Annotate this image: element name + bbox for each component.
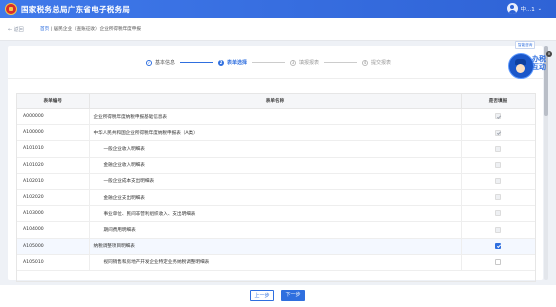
user-name[interactable]: 中...1 bbox=[521, 5, 535, 13]
fill-cell bbox=[461, 173, 535, 190]
site-title: 国家税务总局广东省电子税务局 bbox=[21, 5, 131, 14]
form-code: A105010 bbox=[17, 254, 90, 271]
fill-checkbox bbox=[495, 129, 501, 136]
table-row: A102010 一般企业成本支出明细表 bbox=[17, 173, 535, 190]
fill-cell bbox=[461, 205, 535, 223]
fill-cell bbox=[461, 157, 535, 174]
step-basic-info: ✓ 基本信息 bbox=[146, 59, 175, 66]
table-row: A103000 事业单位、民间非营利组织收入、支出明细表 bbox=[17, 205, 535, 223]
step-connector bbox=[180, 62, 214, 63]
breadcrumb-home[interactable]: 首页 bbox=[40, 27, 49, 32]
fill-checkbox[interactable] bbox=[495, 259, 501, 266]
step-label: 提交报表 bbox=[371, 60, 392, 66]
table-row: A105010 视同销售和房地产开发企业特定业务纳税调整明细表 bbox=[17, 254, 535, 271]
chevron-down-icon[interactable]: ⌄ bbox=[538, 6, 542, 12]
form-code: A100000 bbox=[17, 124, 90, 142]
user-avatar-icon[interactable] bbox=[506, 3, 518, 14]
step-label: 表单选择 bbox=[227, 60, 248, 66]
step-connector bbox=[252, 62, 286, 63]
table-row: A101010 一般企业收入明细表 bbox=[17, 140, 535, 158]
step-progress: ✓ 基本信息 2 表单选择 3 填报报表 4 提交报表 bbox=[146, 59, 391, 66]
table-row: A000000 企业所得税年度纳税申报基础信息表 bbox=[17, 108, 535, 126]
fill-cell bbox=[461, 124, 535, 142]
step-number: 3 bbox=[290, 59, 297, 66]
table-row: A102020 金融企业支出明细表 bbox=[17, 189, 535, 207]
form-name: 企业所得税年度纳税申报基础信息表 bbox=[89, 108, 462, 126]
form-code: A101010 bbox=[17, 140, 90, 158]
form-name: 一般企业收入明细表 bbox=[89, 140, 462, 158]
fill-cell bbox=[461, 221, 535, 239]
fill-checkbox bbox=[495, 178, 501, 185]
breadcrumb-current: 居民企业（查账征收）企业所得税年度申报 bbox=[53, 27, 141, 32]
tax-bureau-emblem-icon bbox=[5, 3, 17, 15]
form-name: 一般企业成本支出明细表 bbox=[89, 173, 462, 190]
table-header-row: 表单编号 表单名称 是否填报 bbox=[17, 94, 535, 109]
tax-mascot-icon[interactable] bbox=[508, 53, 534, 79]
form-name: 纳税调整项目明细表 bbox=[89, 238, 462, 255]
form-code: A105000 bbox=[17, 238, 90, 255]
form-name: 金融企业收入明细表 bbox=[89, 157, 462, 174]
step-form-selection: 2 表单选择 bbox=[218, 59, 247, 66]
step-label: 基本信息 bbox=[155, 60, 176, 66]
step-number: 4 bbox=[362, 59, 369, 66]
form-code: A000000 bbox=[17, 108, 90, 126]
table-row: A104000 期间费用明细表 bbox=[17, 221, 535, 239]
fill-checkbox bbox=[495, 145, 501, 152]
form-code: A103000 bbox=[17, 205, 90, 223]
fill-cell bbox=[461, 140, 535, 158]
table-row: A101020 金融企业收入明细表 bbox=[17, 157, 535, 174]
help-title[interactable]: 办税互动 bbox=[532, 55, 550, 71]
breadcrumb-bar: ← 返回 首页 | 居民企业（查账征收）企业所得税年度申报 bbox=[0, 18, 556, 41]
form-selection-table: 表单编号 表单名称 是否填报 A000000 企业所得税年度纳税申报基础信息表 A1… bbox=[16, 93, 536, 282]
help-widget[interactable]: 智能咨询 × 办税互动 bbox=[506, 41, 552, 97]
form-code: A102010 bbox=[17, 173, 90, 190]
form-code: A104000 bbox=[17, 221, 90, 239]
step-check-icon: ✓ bbox=[146, 59, 152, 66]
fill-cell bbox=[461, 238, 535, 255]
form-name: 中华人民共和国企业所得税年度纳税申报表（A类） bbox=[89, 124, 462, 142]
fill-checkbox bbox=[495, 113, 501, 120]
fill-cell bbox=[461, 254, 535, 271]
fill-checkbox[interactable] bbox=[495, 242, 501, 249]
divider bbox=[8, 78, 543, 79]
fill-cell bbox=[461, 189, 535, 207]
fill-checkbox bbox=[495, 194, 501, 201]
form-code: A101020 bbox=[17, 157, 90, 174]
fill-cell bbox=[461, 108, 535, 126]
step-fill-reports: 3 填报报表 bbox=[290, 59, 319, 66]
top-navigation-bar: 国家税务总局广东省电子税务局 中...1 ⌄ bbox=[0, 0, 556, 18]
help-label[interactable]: 智能咨询 bbox=[515, 41, 536, 49]
step-number: 2 bbox=[218, 59, 225, 66]
fill-checkbox bbox=[495, 161, 501, 168]
breadcrumb: 首页 | 居民企业（查账征收）企业所得税年度申报 bbox=[40, 26, 141, 32]
form-name: 金融企业支出明细表 bbox=[89, 189, 462, 207]
fill-checkbox bbox=[495, 226, 501, 233]
next-step-button[interactable]: 下一步 bbox=[281, 290, 305, 301]
previous-step-button[interactable]: 上一步 bbox=[250, 290, 274, 301]
table-row: A105000 纳税调整项目明细表 bbox=[17, 238, 535, 255]
column-header-code: 表单编号 bbox=[17, 94, 90, 109]
user-menu[interactable]: 中...1 ⌄ bbox=[506, 3, 542, 14]
back-button[interactable]: ← 返回 bbox=[8, 26, 24, 33]
table-row: A100000 中华人民共和国企业所得税年度纳税申报表（A类） bbox=[17, 124, 535, 142]
footer-actions: 上一步 下一步 bbox=[0, 285, 556, 307]
main-card: ✓ 基本信息 2 表单选择 3 填报报表 4 提交报表 表单编号 表单名称 是否 bbox=[8, 46, 543, 282]
form-name: 视同销售和房地产开发企业特定业务纳税调整明细表 bbox=[89, 254, 462, 271]
form-name: 事业单位、民间非营利组织收入、支出明细表 bbox=[89, 205, 462, 223]
step-submit-reports: 4 提交报表 bbox=[362, 59, 391, 66]
form-name: 期间费用明细表 bbox=[89, 221, 462, 239]
step-connector bbox=[324, 62, 358, 63]
form-code: A102020 bbox=[17, 189, 90, 207]
fill-checkbox bbox=[495, 210, 501, 217]
column-header-name: 表单名称 bbox=[89, 94, 462, 109]
step-label: 填报报表 bbox=[299, 60, 320, 66]
